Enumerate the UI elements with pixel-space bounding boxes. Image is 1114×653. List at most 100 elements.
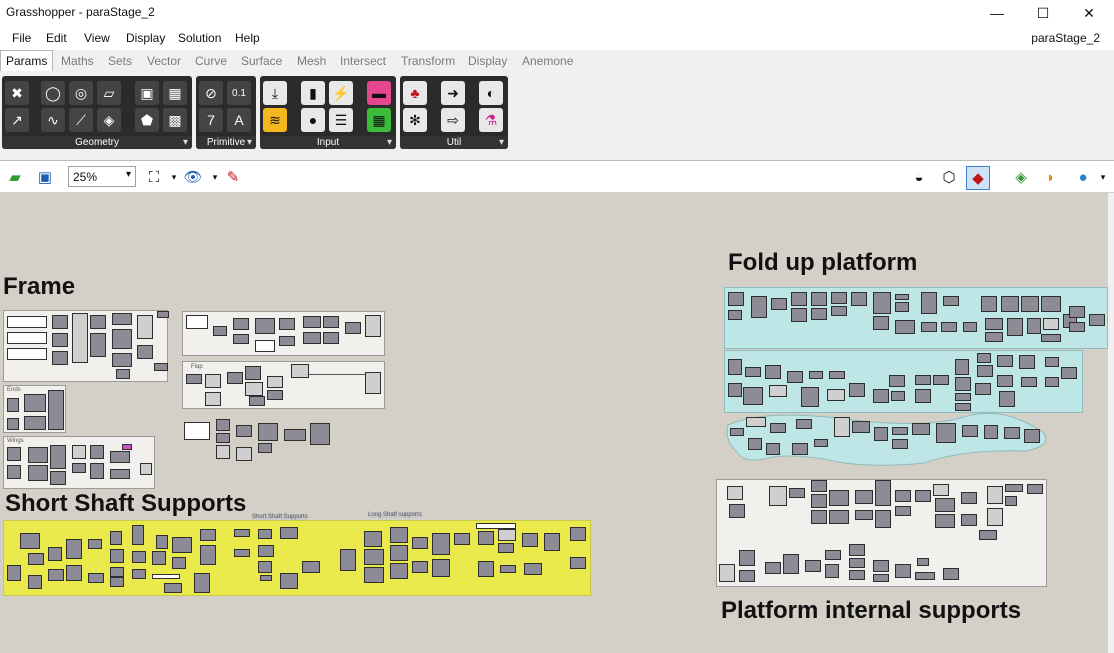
text-param-icon[interactable]: A xyxy=(227,108,251,132)
component-node[interactable] xyxy=(814,439,828,447)
box-param-icon[interactable]: ▣ xyxy=(135,81,159,105)
component-node[interactable] xyxy=(961,492,977,504)
component-node[interactable] xyxy=(796,419,812,429)
component-node[interactable] xyxy=(1045,357,1059,367)
component-node[interactable] xyxy=(917,558,929,566)
gradient-icon[interactable]: ▬ xyxy=(367,81,391,105)
component-node[interactable] xyxy=(743,387,763,405)
component-node[interactable] xyxy=(227,372,243,384)
component-node[interactable] xyxy=(323,332,339,344)
component-node[interactable] xyxy=(234,549,250,557)
component-node[interactable] xyxy=(284,429,306,441)
component-node[interactable] xyxy=(154,363,168,371)
tab-surface[interactable]: Surface xyxy=(241,54,282,68)
component-node[interactable] xyxy=(765,365,781,379)
tab-intersect[interactable]: Intersect xyxy=(340,54,386,68)
component-node[interactable] xyxy=(955,403,971,411)
component-node[interactable] xyxy=(825,550,841,560)
component-node[interactable] xyxy=(849,383,865,397)
menu-help[interactable]: Help xyxy=(235,31,260,45)
component-node[interactable] xyxy=(7,447,21,461)
component-node[interactable] xyxy=(811,480,827,492)
component-node[interactable] xyxy=(789,488,805,498)
component-node[interactable] xyxy=(432,559,450,577)
component-node[interactable] xyxy=(258,545,274,557)
circle-param-icon[interactable]: ◯ xyxy=(41,81,65,105)
component-node[interactable] xyxy=(933,484,949,496)
display-mode-dropdown-icon[interactable]: ▾ xyxy=(1092,166,1114,188)
group-frame-main[interactable] xyxy=(3,310,168,382)
component-node[interactable] xyxy=(963,322,977,332)
component-node[interactable] xyxy=(157,311,169,318)
component-node[interactable] xyxy=(769,486,787,506)
geometry-param-icon[interactable]: ✖ xyxy=(5,81,29,105)
group-flap[interactable]: Flap xyxy=(182,361,385,409)
group-platform-internal-supports[interactable] xyxy=(716,479,1047,587)
component-node[interactable] xyxy=(987,508,1003,526)
component-node[interactable] xyxy=(921,322,937,332)
component-node[interactable] xyxy=(110,567,124,577)
preview-off-icon[interactable]: ◒ xyxy=(908,166,930,188)
component-node[interactable] xyxy=(110,531,122,545)
component-node[interactable] xyxy=(172,557,186,569)
component-node[interactable] xyxy=(999,391,1015,407)
component-node[interactable] xyxy=(1041,296,1061,312)
component-node[interactable] xyxy=(1024,429,1040,443)
component-node[interactable] xyxy=(1019,355,1035,369)
component-node[interactable] xyxy=(28,575,42,589)
relay-arrow-icon[interactable]: ➜ xyxy=(441,81,465,105)
zoom-select[interactable]: 25% ▾ xyxy=(68,166,136,187)
component-node[interactable] xyxy=(729,504,745,518)
component-node[interactable] xyxy=(746,417,766,427)
cherry-picker-icon[interactable]: ♣ xyxy=(403,81,427,105)
component-node[interactable] xyxy=(892,427,908,435)
minimize-button[interactable]: — xyxy=(974,0,1020,26)
component-node[interactable] xyxy=(340,549,356,571)
component-node[interactable] xyxy=(245,366,261,380)
component-node[interactable] xyxy=(20,533,40,549)
component-node[interactable] xyxy=(811,510,827,524)
component-node[interactable] xyxy=(255,318,275,334)
component-node[interactable] xyxy=(200,529,216,541)
panel-input-expand-icon[interactable]: ▾ xyxy=(387,136,392,149)
sketch-icon[interactable]: ✎ xyxy=(222,166,244,188)
component-node[interactable] xyxy=(132,551,146,563)
component-node[interactable] xyxy=(977,353,991,363)
component-node[interactable] xyxy=(895,564,911,578)
component-node[interactable] xyxy=(769,385,787,397)
component-node[interactable] xyxy=(164,583,182,593)
shaded-preview-icon[interactable]: ◆ xyxy=(966,166,990,190)
component-node[interactable] xyxy=(745,367,761,377)
component-node[interactable] xyxy=(116,369,130,379)
component-node[interactable] xyxy=(936,423,956,443)
component-node[interactable] xyxy=(728,359,742,375)
component-node[interactable] xyxy=(498,529,516,541)
boolean-param-icon[interactable]: ⊘ xyxy=(199,81,223,105)
matrix-input-icon[interactable]: ▦ xyxy=(367,108,391,132)
component-node[interactable] xyxy=(975,383,991,395)
button-input-icon[interactable]: ● xyxy=(301,108,325,132)
component-node[interactable] xyxy=(522,533,538,547)
component-node[interactable] xyxy=(213,326,227,336)
component-node[interactable] xyxy=(895,320,915,334)
component-node[interactable] xyxy=(1041,334,1061,342)
component-node[interactable] xyxy=(892,439,908,449)
component-node[interactable] xyxy=(730,428,744,436)
component-node[interactable] xyxy=(1005,484,1023,492)
component-node[interactable] xyxy=(172,537,192,553)
component-node[interactable] xyxy=(851,292,867,306)
component-node[interactable] xyxy=(895,506,911,516)
component-node[interactable] xyxy=(1043,318,1059,330)
component-node[interactable] xyxy=(267,376,283,388)
component-node[interactable] xyxy=(765,562,781,574)
component-node[interactable] xyxy=(1069,322,1085,332)
menu-view[interactable]: View xyxy=(84,31,110,45)
component-node[interactable] xyxy=(719,564,735,582)
component-node[interactable] xyxy=(245,382,263,396)
component-node[interactable] xyxy=(303,316,321,328)
menu-file[interactable]: File xyxy=(12,31,31,45)
component-node[interactable] xyxy=(88,573,104,583)
component-node[interactable] xyxy=(260,575,272,581)
component-node[interactable] xyxy=(544,533,560,551)
panel-node[interactable] xyxy=(184,422,210,440)
